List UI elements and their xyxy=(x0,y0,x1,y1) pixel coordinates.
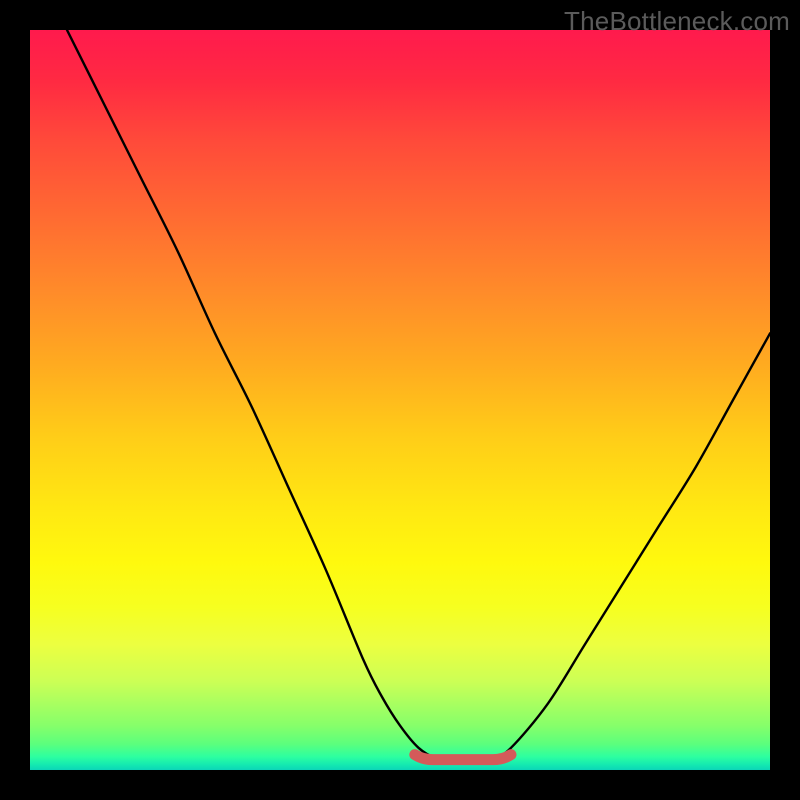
plot-area xyxy=(30,30,770,770)
curve-svg xyxy=(30,30,770,770)
trough-marker xyxy=(415,755,511,760)
bottleneck-curve xyxy=(67,30,770,763)
chart-frame: TheBottleneck.com xyxy=(0,0,800,800)
